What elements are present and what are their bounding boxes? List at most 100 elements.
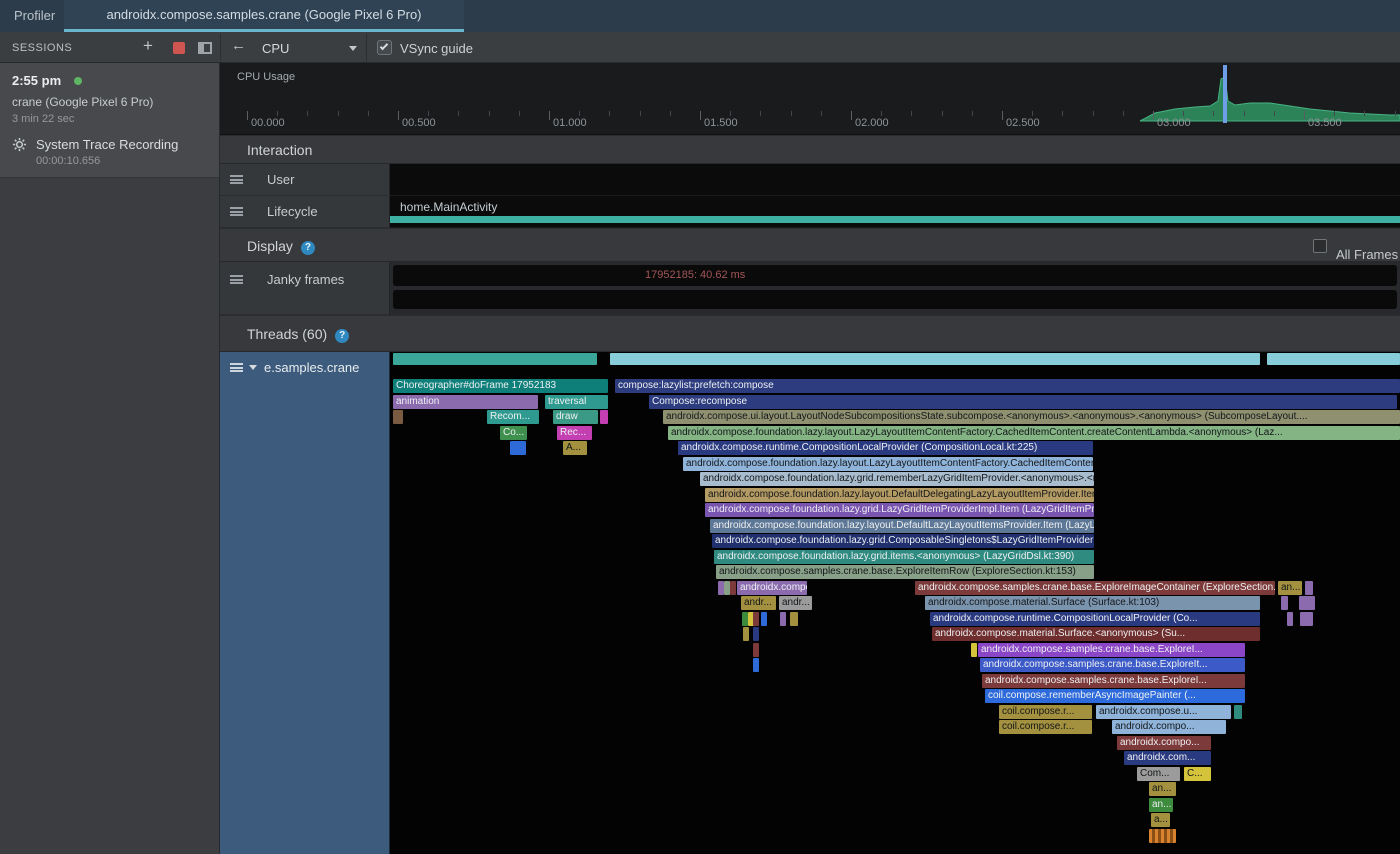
flame-span[interactable]: Com... [1137, 767, 1180, 781]
flame-span[interactable]: Co... [500, 426, 527, 440]
flame-span[interactable]: androidx.compose.material.Surface (Surfa… [925, 596, 1260, 610]
flame-chart[interactable]: Choreographer#doFrame 17952183 compose:la… [390, 352, 1400, 854]
flame-span[interactable]: Recom... [487, 410, 539, 424]
flame-span[interactable]: animation [393, 395, 538, 409]
flame-span[interactable]: C... [1184, 767, 1211, 781]
flame-span[interactable]: an... [1149, 782, 1176, 796]
flame-span[interactable]: androidx.compose.foundation.lazy.grid.re… [700, 472, 1094, 486]
frame-lifecycle-bar[interactable]: 17952185: 40.62 ms [393, 265, 1397, 286]
flame-span[interactable]: A... [563, 441, 587, 455]
back-arrow-icon[interactable]: ← [231, 37, 246, 54]
flame-span-fragment[interactable] [510, 441, 526, 455]
flame-span-fragment[interactable] [730, 581, 736, 595]
session-tab[interactable]: androidx.compose.samples.crane (Google P… [64, 0, 464, 32]
flame-span-fragment[interactable] [1287, 612, 1293, 626]
flame-span-fragment[interactable] [1234, 705, 1242, 719]
flame-span-fragment[interactable] [753, 627, 759, 641]
flame-span[interactable]: androidx.compose.foundation.lazy.grid.La… [705, 503, 1094, 517]
flame-span[interactable]: androidx.compose.foundation.lazy.layout.… [705, 488, 1094, 502]
session-card[interactable]: 2:55 pm crane (Google Pixel 6 Pro) 3 min… [0, 63, 219, 178]
lifecycle-track-label[interactable]: Lifecycle [220, 196, 390, 228]
flame-span-fragment[interactable] [600, 410, 608, 424]
flame-span-fragment[interactable] [393, 353, 597, 365]
janky-frames-track-label[interactable]: Janky frames [220, 262, 390, 315]
flame-span[interactable]: androidx.com... [1124, 751, 1211, 765]
flame-span-fragment[interactable] [790, 612, 798, 626]
timeline-axis[interactable]: 00.00000.50001.00001.50002.00002.50003.0… [220, 63, 1400, 135]
flame-span[interactable]: androidx.compose.samples.crane.base.Expl… [716, 565, 1094, 579]
flame-span[interactable]: coil.compose.r... [999, 705, 1092, 719]
flame-span[interactable]: traversal [545, 395, 608, 409]
flame-span[interactable]: androidx.compose.runtime.CompositionLoca… [678, 441, 1093, 455]
flame-span-fragment[interactable] [753, 643, 759, 657]
flame-span[interactable]: androidx.compose.foundation.lazy.layout.… [668, 426, 1400, 440]
flame-span[interactable]: coil.compose.r... [999, 720, 1092, 734]
expand-caret-icon[interactable] [249, 365, 257, 370]
flame-span[interactable]: androidx.compo... [1117, 736, 1211, 750]
flame-span-fragment[interactable] [1281, 596, 1288, 610]
flame-span-fragment[interactable] [1149, 829, 1176, 843]
flame-span-fragment[interactable] [1305, 581, 1313, 595]
flame-span[interactable]: a... [1151, 813, 1170, 827]
flame-span[interactable]: an... [1278, 581, 1302, 595]
profiler-type-label: CPU [262, 41, 289, 56]
flame-span[interactable]: andr... [779, 596, 812, 610]
flame-span[interactable]: androidx.compose.u... [1096, 705, 1231, 719]
help-icon[interactable]: ? [301, 241, 315, 255]
drag-handle-icon[interactable] [230, 175, 243, 184]
flame-span[interactable]: androidx.compose.samples.crane.base.Expl… [915, 581, 1275, 595]
flame-span-fragment[interactable] [780, 612, 786, 626]
profiler-type-dropdown[interactable]: CPU [262, 38, 357, 58]
flame-span[interactable]: androidx.compose.foundation.lazy.grid.Co… [712, 534, 1094, 548]
lifecycle-activity-bar[interactable] [390, 216, 1400, 223]
recording-item[interactable]: System Trace Recording [12, 137, 207, 152]
flame-span[interactable]: compose:lazylist:prefetch:compose [615, 379, 1400, 393]
thread-track-label[interactable]: e.samples.crane [220, 352, 390, 854]
all-frames-checkbox[interactable] [1313, 239, 1327, 253]
drag-handle-icon[interactable] [230, 363, 243, 372]
flame-span[interactable]: coil.compose.rememberAsyncImagePainter (… [985, 689, 1245, 703]
flame-span-fragment[interactable] [753, 612, 759, 626]
flame-span[interactable]: androidx.compose.samples.crane.base.Expl… [982, 674, 1245, 688]
add-session-button[interactable]: + [143, 36, 153, 56]
flame-span-fragment[interactable] [1299, 596, 1315, 610]
drag-handle-icon[interactable] [230, 275, 243, 284]
flame-span[interactable]: androidx.compose.runtime.CompositionLoca… [930, 612, 1260, 626]
help-icon[interactable]: ? [335, 329, 349, 343]
flame-span[interactable]: androidx.compose.foundation.lazy.layout.… [710, 519, 1094, 533]
flame-span[interactable]: androidx.compose.foundation.lazy.grid.it… [714, 550, 1094, 564]
collapse-sessions-panel-icon[interactable] [198, 42, 212, 54]
flame-span[interactable]: Choreographer#doFrame 17952183 [393, 379, 608, 393]
flame-span[interactable]: androidx.compose.samples.crane.base.Expl… [978, 643, 1245, 657]
flame-span[interactable]: androidx.compose.material.Surface.<anony… [932, 627, 1260, 641]
stop-recording-button[interactable] [173, 42, 185, 54]
drag-handle-icon[interactable] [230, 207, 243, 216]
flame-span[interactable]: Compose:recompose [649, 395, 1397, 409]
timeline-tick [247, 111, 248, 120]
vsync-guide-checkbox[interactable] [377, 40, 392, 55]
flame-span-fragment[interactable] [753, 658, 759, 672]
flame-span[interactable]: androidx.compose.ui.layout.m... [737, 581, 807, 595]
frame-lifecycle-bar[interactable] [393, 290, 1397, 309]
flame-span[interactable]: androidx.compose.samples.crane.base.Expl… [980, 658, 1245, 672]
flame-span[interactable]: Rec... [557, 426, 592, 440]
flame-span-fragment[interactable] [1300, 612, 1313, 626]
user-track-content[interactable] [390, 164, 1400, 196]
flame-span[interactable]: androidx.compose.foundation.lazy.layout.… [683, 457, 1093, 471]
flame-span[interactable]: draw [553, 410, 598, 424]
flame-span[interactable]: androidx.compose.ui.layout.LayoutNodeSub… [663, 410, 1400, 424]
flame-span-fragment[interactable] [971, 643, 977, 657]
flame-span[interactable]: an... [1149, 798, 1173, 812]
flame-span-fragment[interactable] [393, 410, 403, 424]
flame-span[interactable]: androidx.compo... [1112, 720, 1226, 734]
flame-span-fragment[interactable] [761, 612, 767, 626]
flame-span-fragment[interactable] [1267, 353, 1400, 365]
janky-frames-title: Janky frames [267, 272, 344, 287]
flame-span-fragment[interactable] [743, 627, 749, 641]
timeline-tick [911, 111, 912, 116]
cpu-usage-strip[interactable]: 00.00000.50001.00001.50002.00002.50003.0… [220, 63, 1400, 135]
flame-span-fragment[interactable] [610, 353, 1260, 365]
lifecycle-track-content[interactable]: home.MainActivity [390, 196, 1400, 228]
user-track-label[interactable]: User [220, 164, 390, 196]
flame-span[interactable]: andr... [741, 596, 776, 610]
